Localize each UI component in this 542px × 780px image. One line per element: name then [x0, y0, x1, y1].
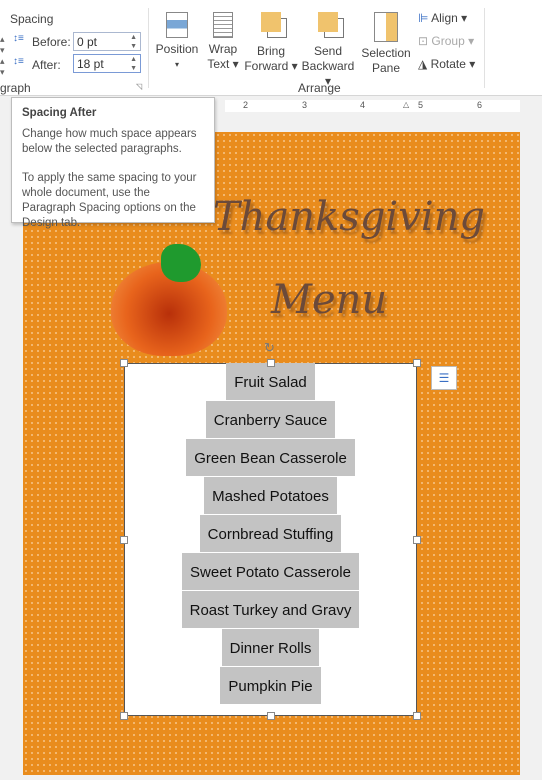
tooltip-spacing-after: Spacing After Change how much space appe…	[11, 97, 215, 229]
horizontal-ruler[interactable]: 2 3 4 △ 5 6	[225, 100, 520, 112]
before-label: Before:	[32, 35, 71, 49]
title-menu: Menu	[271, 277, 388, 323]
after-label: After:	[32, 58, 61, 72]
menu-item: Fruit Salad	[125, 363, 416, 402]
bring-forward-icon	[261, 12, 281, 32]
indent-marker-icon[interactable]: △	[403, 100, 409, 109]
ribbon: Spacing ▴ ▾ ▴ ▾ ↕≡ Before: 0 pt ▲ ▼ ↕≡ After:…	[0, 0, 542, 96]
resize-handle[interactable]	[413, 712, 421, 720]
send-backward-icon	[318, 12, 338, 32]
resize-handle[interactable]	[413, 536, 421, 544]
send-backward-button[interactable]: Send Backward ▾	[299, 12, 357, 89]
rotate-button[interactable]: ◮ Rotate ▾	[418, 57, 475, 71]
divider	[484, 8, 485, 88]
align-button[interactable]: ⊫ Align ▾	[418, 11, 467, 25]
resize-handle[interactable]	[413, 359, 421, 367]
spacing-before-icon: ↕≡	[13, 33, 24, 44]
tooltip-text: Change how much space appears below the …	[22, 128, 197, 155]
menu-item: Mashed Potatoes	[125, 477, 416, 516]
menu-item: Cranberry Sauce	[125, 401, 416, 440]
resize-handle[interactable]	[120, 536, 128, 544]
position-label: Position	[155, 42, 199, 56]
resize-handle[interactable]	[267, 359, 275, 367]
menu-item: Roast Turkey and Gravy	[125, 591, 416, 630]
pumpkin-leaf	[161, 244, 201, 282]
resize-handle[interactable]	[120, 359, 128, 367]
tooltip-title: Spacing After	[22, 107, 97, 119]
spacing-title: Spacing	[10, 12, 54, 26]
align-icon: ⊫	[418, 11, 429, 25]
selection-pane-button[interactable]: Selection Pane	[360, 12, 412, 76]
divider	[148, 8, 149, 88]
selection-label-2: Pane	[371, 61, 401, 75]
bring-label-2: Forward ▾	[244, 59, 298, 73]
menu-textbox[interactable]: Fruit Salad Cranberry Sauce Green Bean C…	[124, 363, 417, 716]
layout-options-icon[interactable]: ☰	[431, 366, 457, 390]
menu-item: Pumpkin Pie	[125, 667, 416, 706]
dialog-launcher-icon[interactable]: ◹	[136, 82, 142, 91]
resize-handle[interactable]	[267, 712, 275, 720]
wrap-text-button[interactable]: Wrap Text ▾	[203, 12, 243, 72]
wrap-label-1: Wrap	[208, 42, 238, 56]
menu-item: Sweet Potato Casserole	[125, 553, 416, 592]
wrap-text-icon	[213, 12, 233, 38]
rotate-icon: ◮	[418, 57, 428, 71]
selection-pane-icon	[374, 12, 398, 42]
send-label-1: Send	[313, 44, 343, 58]
spinner-icon[interactable]: ▲ ▼	[130, 55, 137, 73]
menu-item: Green Bean Casserole	[125, 439, 416, 478]
ruler-tick: 4	[360, 100, 366, 110]
ruler-tick: 3	[302, 100, 308, 110]
menu-item: Cornbread Stuffing	[125, 515, 416, 554]
spacing-after-icon: ↕≡	[13, 56, 24, 67]
tooltip-text: To apply the same spacing to your whole …	[22, 172, 197, 229]
rotate-handle-icon[interactable]: ↻	[264, 340, 275, 356]
paragraph-group-label: graph	[0, 81, 31, 95]
ruler-tick: 2	[243, 100, 249, 110]
indent-spinner-arrows[interactable]: ▴ ▾ ▴ ▾	[0, 34, 5, 78]
bring-label-1: Bring	[256, 44, 285, 58]
spinner-icon[interactable]: ▲ ▼	[130, 33, 137, 51]
before-value: 0 pt	[77, 35, 98, 49]
after-value: 18 pt	[77, 57, 104, 71]
menu-item: Dinner Rolls	[125, 629, 416, 668]
position-button[interactable]: Position ▾	[153, 12, 201, 72]
ruler-tick: 5	[418, 100, 424, 110]
arrange-group-label: Arrange	[298, 81, 341, 95]
position-icon	[166, 12, 188, 38]
resize-handle[interactable]	[120, 712, 128, 720]
spacing-after-input[interactable]: 18 pt ▲ ▼	[73, 54, 141, 73]
dropdown-icon: ▾	[174, 60, 179, 69]
group-icon: ⊡	[418, 34, 429, 48]
title-thanksgiving: Thanksgiving	[213, 194, 485, 240]
spacing-before-input[interactable]: 0 pt ▲ ▼	[73, 32, 141, 51]
wrap-label-2: Text ▾	[207, 57, 239, 71]
ruler-tick: 6	[477, 100, 483, 110]
group-button[interactable]: ⊡ Group ▾	[418, 34, 474, 48]
selection-label-1: Selection	[361, 46, 411, 60]
bring-forward-button[interactable]: Bring Forward ▾	[243, 12, 299, 74]
